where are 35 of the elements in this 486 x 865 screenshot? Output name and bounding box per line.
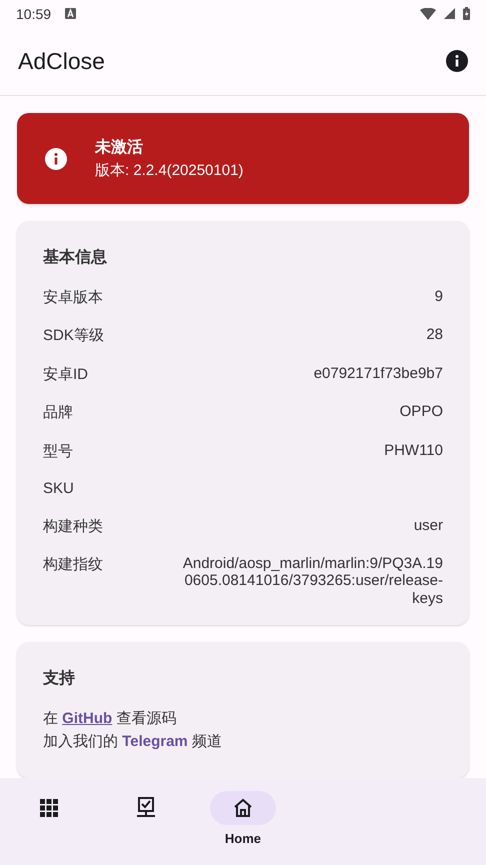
info-icon [45, 148, 67, 170]
card-title: 支持 [43, 668, 76, 689]
info-value: PHW110 [384, 442, 443, 459]
info-label: SKU [43, 480, 74, 497]
info-value: 9 [434, 288, 443, 305]
battery-icon [463, 7, 470, 20]
support-link[interactable]: GitHub [62, 710, 112, 727]
status-time: 10:59 [16, 6, 52, 22]
status-title: 未激活 [95, 138, 144, 158]
info-value: 28 [426, 326, 443, 344]
card-title: 基本信息 [43, 248, 108, 268]
home-icon [232, 798, 253, 818]
info-value: e0792171f73be9b7 [314, 364, 443, 382]
info-value: OPPO [400, 403, 443, 420]
info-button[interactable] [444, 48, 470, 74]
support-text: 加入我们的 Telegram 频道 [43, 732, 223, 751]
notification-icon [65, 8, 76, 19]
version-text: 版本: 2.2.4(20250101) [95, 161, 244, 180]
info-label: 安卓ID [43, 364, 88, 384]
info-label: 型号 [43, 442, 73, 460]
support-link[interactable]: Telegram [122, 732, 188, 750]
signal-icon [444, 8, 455, 19]
info-label: 品牌 [43, 403, 73, 422]
wifi-icon [420, 8, 436, 20]
info-label: 安卓版本 [43, 288, 103, 306]
monitor-check-icon [136, 797, 156, 819]
app-title: AdClose [18, 48, 105, 74]
info-value: user [414, 516, 443, 534]
info-label: 构建种类 [43, 516, 103, 536]
info-value: Android/aosp_marlin/marlin:9/PQ3A.190605.08141016/3793265:user/release-keys [182, 555, 443, 607]
info-label: SDK等级 [43, 326, 104, 345]
support-text: 在 GitHub 查看源码 [43, 708, 178, 728]
info-label: 构建指纹 [43, 555, 103, 574]
grid-icon [40, 799, 58, 817]
info-icon [446, 50, 468, 72]
